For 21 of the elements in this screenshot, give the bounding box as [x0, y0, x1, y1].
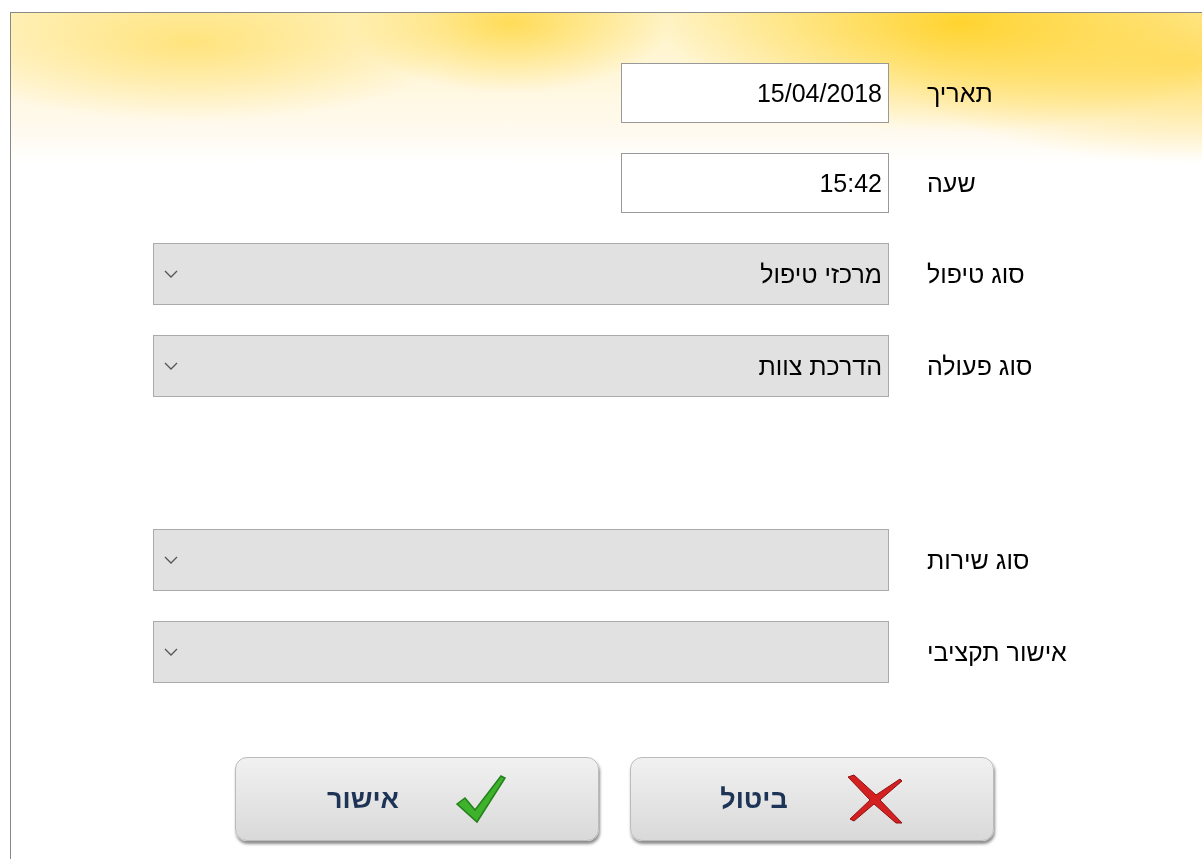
- dropdown[interactable]: הדרכת צוות: [153, 335, 889, 397]
- chevron-down-icon: [164, 270, 178, 278]
- field-label: שעה: [926, 168, 977, 198]
- field-label: תאריך: [926, 78, 994, 108]
- chevron-down-icon: [164, 648, 178, 656]
- dropdown[interactable]: [153, 529, 889, 591]
- ok-button[interactable]: אישור: [235, 757, 599, 841]
- dropdown-value: הדרכת צוות: [758, 351, 882, 381]
- field-label: אישור תקציבי: [926, 637, 1068, 667]
- dropdown[interactable]: [153, 621, 889, 683]
- field-label: סוג שירות: [926, 545, 1031, 575]
- field-label: סוג טיפול: [926, 259, 1026, 289]
- field-label: סוג פעולה: [926, 351, 1034, 381]
- text-field[interactable]: 15/04/2018: [621, 63, 889, 123]
- chevron-down-icon: [164, 556, 178, 564]
- dropdown-value: מרכזי טיפול: [760, 259, 882, 289]
- dropdown[interactable]: מרכזי טיפול: [153, 243, 889, 305]
- cancel-button[interactable]: ביטול: [630, 757, 994, 841]
- checkmark-icon: [455, 774, 507, 824]
- chevron-down-icon: [164, 362, 178, 370]
- text-field[interactable]: 15:42: [621, 153, 889, 213]
